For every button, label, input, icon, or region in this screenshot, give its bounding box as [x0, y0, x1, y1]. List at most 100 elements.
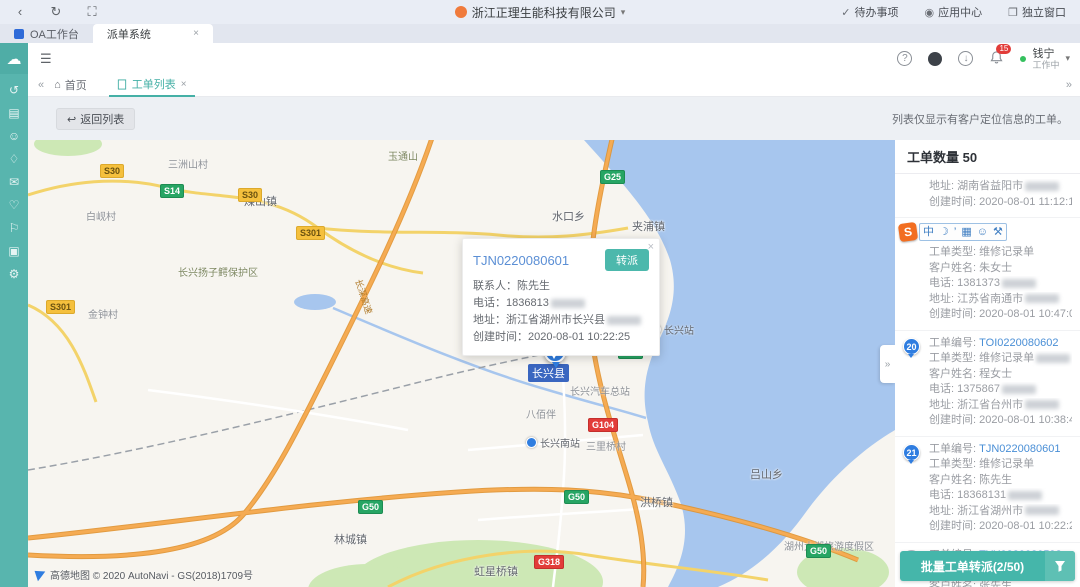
menu-item-label: 待办事项 — [855, 4, 899, 20]
sidebar-item[interactable]: ▤ — [8, 107, 19, 119]
panel-collapse-handle[interactable]: » — [880, 345, 895, 383]
browser-top-bar: ‹ ↻ ⛶ 浙江正理生能科技有限公司 ▾ ✓ 待办事项 ◉ 应用中心 ❐ 独立窗… — [0, 0, 1080, 24]
close-icon[interactable]: × — [181, 79, 187, 90]
online-status-dot — [1020, 56, 1026, 62]
input-toolbar-icon[interactable]: ⚒ — [993, 225, 1003, 239]
download-icon[interactable]: ↓ — [958, 51, 973, 66]
app-logo-icon[interactable]: ☁ — [0, 43, 28, 74]
map-place-label: 玉通山 — [388, 148, 418, 163]
top-menu-item[interactable]: ❐ 独立窗口 — [1008, 4, 1066, 20]
scroll-right-icon[interactable]: » — [1066, 79, 1072, 91]
order-detail-row: 创建时间: 2020-08-01 10:38:47 — [929, 413, 1072, 429]
top-menu-item[interactable]: ◉ 应用中心 — [925, 4, 983, 20]
work-order-list: 地址: 湖南省益阳市 创建时间: 2020-08-01 11:12:18 — [895, 174, 1080, 587]
order-detail-row: 客户姓名: 朱女士 — [929, 261, 1072, 277]
back-icon[interactable]: ‹ — [12, 4, 28, 20]
menu-item-label: 应用中心 — [938, 4, 982, 20]
map-place-label: 洪桥镇 — [640, 494, 673, 510]
back-to-list-button[interactable]: ↩ 返回列表 — [56, 108, 135, 130]
close-icon[interactable]: × — [648, 241, 654, 253]
order-detail-row: 创建时间: 2020-08-01 10:22:25 — [929, 519, 1072, 535]
return-arrow-icon: ↩ — [67, 113, 76, 126]
road-shield: G50 — [806, 544, 831, 558]
app-sidebar: ☁ ↺ ▤ ☺ ♢ ✉ ♡ ⚐ ▣ ⚙ — [0, 43, 28, 587]
map-canvas[interactable]: 玉通山三洲山村白岘村煤山镇水口乡夹浦镇金钟村长兴扬子鳄保护区长深高速长兴汽车总站… — [28, 140, 895, 587]
train-station: 长兴南站 — [526, 435, 580, 450]
order-detail-row: 客户姓名: 陈先生 — [929, 473, 1072, 489]
help-icon[interactable]: ? — [897, 51, 912, 66]
input-toolbar-icon[interactable]: ▦ — [961, 225, 971, 239]
fullscreen-icon[interactable]: ⛶ — [84, 4, 100, 20]
order-pin-badge: 20 — [903, 338, 920, 355]
notification-count-badge: 15 — [996, 44, 1011, 54]
batch-transfer-label: 批量工单转派(2/50) — [900, 558, 1045, 575]
user-menu[interactable]: 钱宁 工作中 ▾ — [1020, 48, 1070, 70]
oa-icon — [14, 29, 24, 39]
home-icon: ⌂ — [54, 79, 61, 91]
sidebar-item[interactable]: ⚐ — [9, 222, 20, 234]
road-shield: S301 — [296, 226, 325, 240]
input-toolbar-icon[interactable]: 中 — [923, 225, 934, 239]
autonavi-logo-icon — [35, 568, 48, 582]
sidebar-item[interactable]: ↺ — [9, 84, 19, 96]
work-order-panel: 工单数量 50 地址: 湖南省益阳市 创建时间: 2020-08-01 — [895, 140, 1080, 587]
panel-title: 工单数量 50 — [895, 140, 1080, 174]
menu-item-icon: ✓ — [841, 6, 850, 19]
theme-icon[interactable] — [928, 52, 942, 66]
map-place-label: 三里桥村 — [586, 438, 626, 453]
order-detail-row: 工单类型: 维修记录单 — [929, 351, 1072, 367]
road-shield: S301 — [46, 300, 75, 314]
map-place-label: 水口乡 — [552, 208, 585, 224]
hamburger-icon[interactable]: ☰ — [40, 51, 52, 67]
county-label: 长兴县 — [528, 364, 569, 382]
road-shield: S30 — [100, 164, 124, 178]
map-place-label: 夹浦镇 — [632, 218, 665, 234]
sidebar-item[interactable]: ▣ — [8, 245, 19, 257]
order-pin-badge: 21 — [903, 444, 920, 461]
work-order-list-item[interactable]: 地址: 湖南省益阳市 创建时间: 2020-08-01 11:12:18 — [895, 174, 1080, 218]
sogou-input-toolbar: S 中 ☽ ’ ▦ ☺ ⚒ — [899, 223, 1007, 241]
filter-funnel-icon[interactable] — [1045, 551, 1075, 581]
sidebar-item[interactable]: ♢ — [9, 153, 20, 165]
content-toolbar: ↩ 返回列表 列表仅显示有客户定位信息的工单。 — [28, 97, 1080, 140]
sidebar-item[interactable]: ⚙ — [9, 268, 20, 280]
sogou-input-icon[interactable]: S — [898, 222, 918, 242]
map-basemap — [28, 140, 895, 587]
breadcrumb-home[interactable]: ⌂ 首页 — [54, 77, 87, 93]
input-toolbar-icon[interactable]: ☽ — [939, 225, 949, 239]
sidebar-item[interactable]: ☺ — [8, 130, 20, 142]
work-order-list-item[interactable]: 21 工单编号: TJN0220080601 工单类型: 维修记录单 — [895, 437, 1080, 543]
transfer-button[interactable]: 转派 — [605, 249, 649, 271]
popup-detail-row: 地址：浙江省湖州市长兴县 — [473, 312, 649, 329]
user-status: 工作中 — [1032, 60, 1059, 70]
chevron-down-icon: ▾ — [621, 7, 626, 18]
order-detail-row: 电话: 1375867 — [929, 382, 1072, 398]
top-menu-item[interactable]: ✓ 待办事项 — [841, 4, 898, 20]
popup-detail-row: 联系人：陈先生 — [473, 278, 649, 295]
company-name[interactable]: 浙江正理生能科技有限公司 — [472, 4, 616, 21]
work-order-list-item[interactable]: 20 工单编号: TOI0220080602 工单类型: 维修记录单 — [895, 331, 1080, 437]
refresh-icon[interactable]: ↻ — [48, 4, 64, 20]
tab-label: 派单系统 — [107, 26, 151, 42]
input-toolbar-icon[interactable]: ’ — [954, 225, 956, 239]
scroll-left-icon[interactable]: « — [38, 79, 44, 91]
sidebar-item[interactable]: ✉ — [9, 176, 19, 188]
tab-oa-workbench[interactable]: OA工作台 — [0, 24, 93, 43]
order-detail-row: 地址: 浙江省湖州市 — [929, 504, 1072, 520]
map-place-label: 金钟村 — [88, 306, 118, 321]
road-shield: S30 — [238, 188, 262, 202]
input-toolbar-icon[interactable]: ☺ — [977, 225, 988, 239]
tab-bar: OA工作台 派单系统 × — [0, 24, 1080, 43]
notifications-bell-icon[interactable]: 15 — [989, 50, 1004, 68]
tab-dispatch-system[interactable]: 派单系统 × — [93, 24, 213, 43]
batch-transfer-button[interactable]: 批量工单转派(2/50) — [900, 551, 1075, 581]
back-to-list-label: 返回列表 — [80, 111, 124, 127]
road-shield: G50 — [564, 490, 589, 504]
close-icon[interactable]: × — [193, 28, 199, 39]
breadcrumb-tab-order-list[interactable]: 工单列表 × — [109, 74, 195, 97]
menu-item-icon: ❐ — [1008, 6, 1018, 19]
app-header: ☰ ? ↓ 15 钱宁 工作中 ▾ — [28, 43, 1080, 74]
sidebar-item[interactable]: ♡ — [9, 199, 20, 211]
breadcrumb-current-label: 工单列表 — [132, 76, 176, 92]
order-detail-row: 创建时间: 2020-08-01 10:47:03 — [929, 307, 1072, 323]
